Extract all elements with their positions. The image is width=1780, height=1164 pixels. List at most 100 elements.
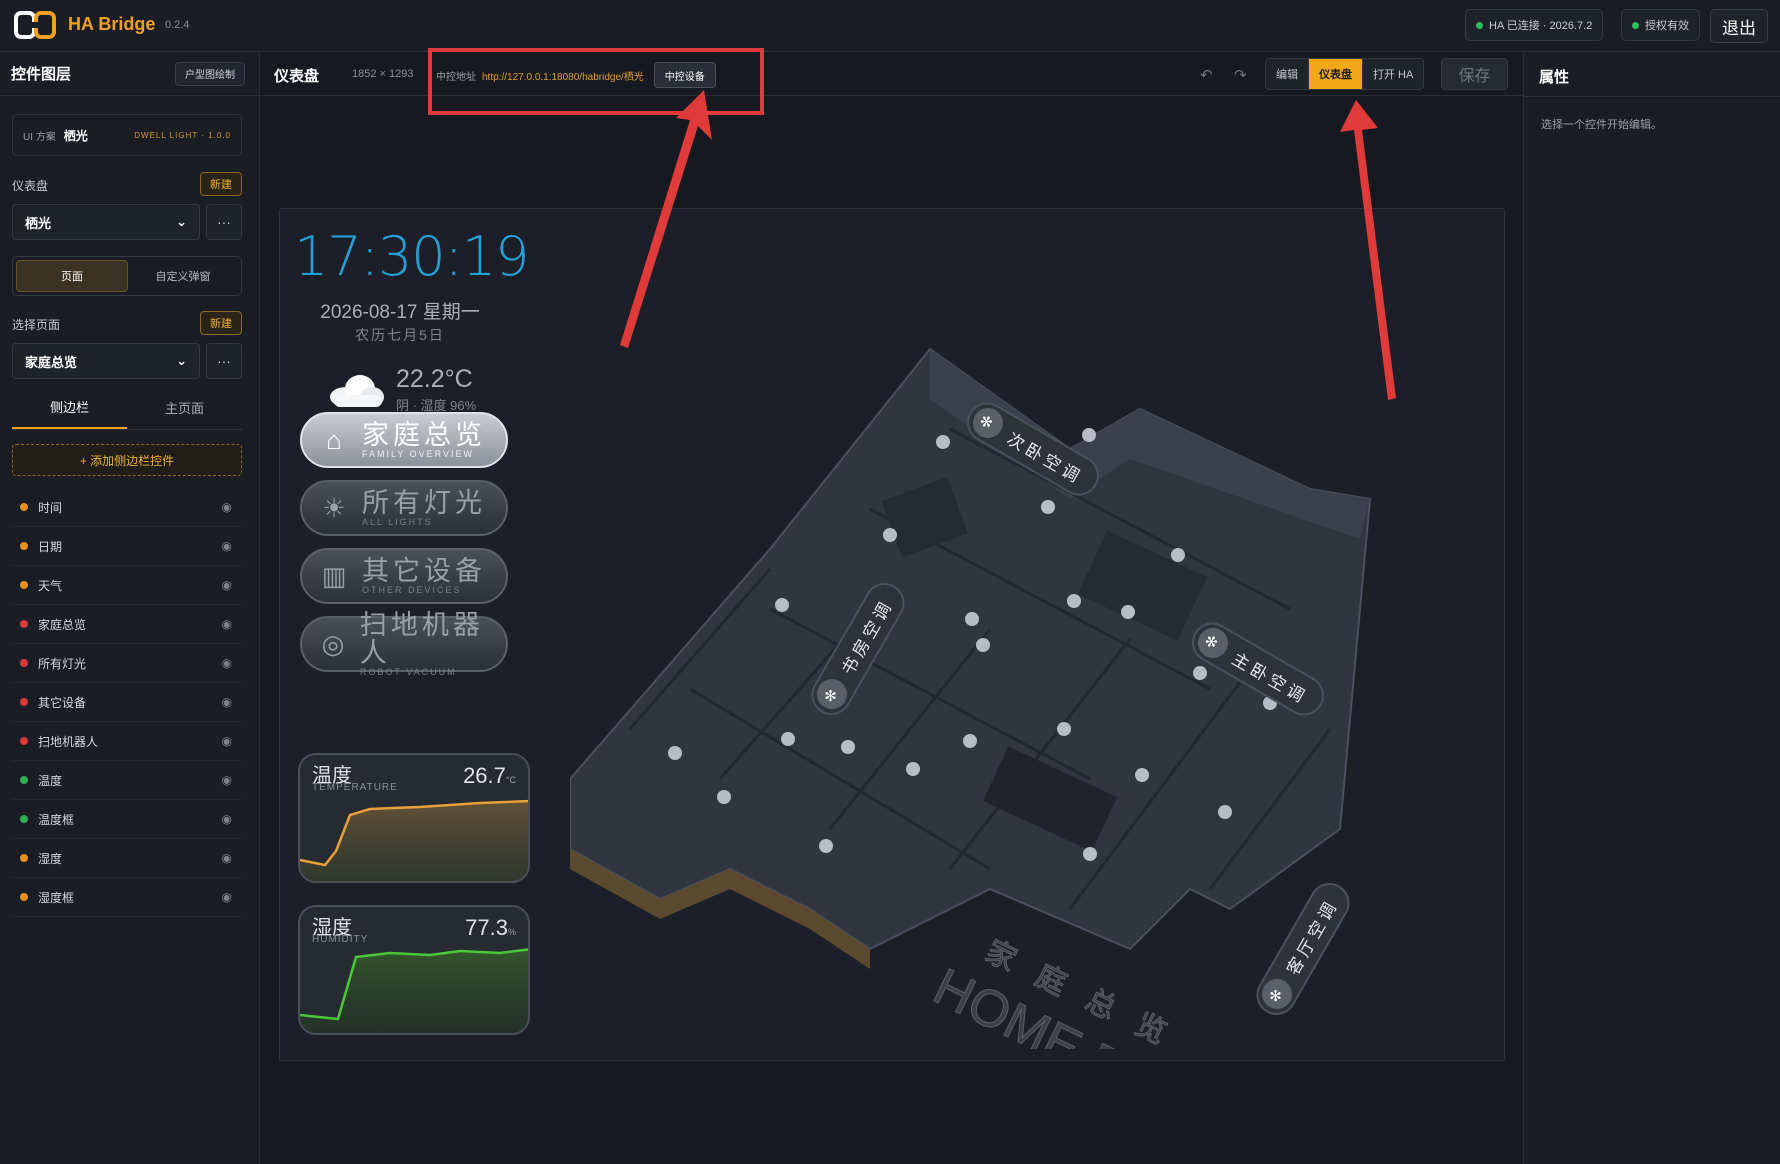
nav-button-1[interactable]: ☀ 所有灯光 ALL LIGHTS (300, 480, 508, 536)
page-more-button[interactable]: ··· (206, 343, 242, 379)
temperature-subtitle: TEMPERATURE (312, 782, 398, 793)
floor-plan-widget[interactable]: HOME PLAN 家 庭 总 览 ✻次卧空调 ✻书房空调 ✻主卧空调 ✻客厅空… (569, 309, 1390, 1060)
license-text: 授权有效 (1645, 20, 1689, 32)
temperature-card[interactable]: 温度 TEMPERATURE 26.7°C (298, 753, 530, 883)
new-page-button[interactable]: 新建 (200, 311, 242, 335)
nav-label: 扫地机器人 (359, 610, 484, 668)
layer-item[interactable]: 其它设备 ◉ (12, 683, 242, 722)
clock-widget[interactable]: 17:30:19 (294, 225, 530, 288)
control-url-row: 中控地址 http://127.0.0.1:18080/habridge/栖光 … (436, 62, 716, 88)
new-dashboard-button[interactable]: 新建 (200, 172, 242, 196)
eye-icon[interactable]: ◉ (222, 539, 232, 553)
floorplan-draw-button[interactable]: 户型图绘制 (175, 61, 245, 86)
eye-icon[interactable]: ◉ (222, 578, 232, 592)
undo-icon[interactable]: ↶ (1200, 66, 1213, 84)
layer-color-dot (20, 542, 28, 550)
eye-icon[interactable]: ◉ (222, 500, 232, 514)
layer-item[interactable]: 日期 ◉ (12, 527, 242, 566)
layer-item[interactable]: 家庭总览 ◉ (12, 605, 242, 644)
layer-item[interactable]: 天气 ◉ (12, 566, 242, 605)
control-url-label: 中控地址 (436, 71, 476, 83)
eye-icon[interactable]: ◉ (222, 812, 232, 826)
layer-color-dot (20, 893, 28, 901)
layer-color-dot (20, 776, 28, 784)
layer-item[interactable]: 温度 ◉ (12, 761, 242, 800)
properties-title: 属性 (1539, 69, 1570, 86)
page-select[interactable]: 家庭总览 ⌄ (12, 343, 200, 379)
properties-panel: 属性 选择一个控件开始编辑。 (1523, 52, 1780, 1164)
more-icon: ··· (217, 353, 231, 369)
eye-icon[interactable]: ◉ (222, 890, 232, 904)
nav-button-3[interactable]: ◎ 扫地机器人 ROBOT VACUUM (300, 611, 508, 677)
humidity-card[interactable]: 湿度 HUMIDITY 77.3% (298, 905, 530, 1035)
tab-main-page[interactable]: 主页面 (127, 386, 242, 429)
temperature-value: 26.7°C (463, 763, 516, 789)
eye-icon[interactable]: ◉ (222, 695, 232, 709)
status-dot-icon (1632, 21, 1639, 29)
layer-label: 时间 (38, 500, 63, 515)
control-url-link[interactable]: http://127.0.0.1:18080/habridge/栖光 (482, 68, 644, 83)
mode-switch: 编辑 仪表盘 打开 HA (1265, 58, 1425, 90)
eye-icon[interactable]: ◉ (222, 734, 232, 748)
layer-item[interactable]: 扫地机器人 ◉ (12, 722, 242, 761)
layer-item[interactable]: 所有灯光 ◉ (12, 644, 242, 683)
eye-icon[interactable]: ◉ (222, 773, 232, 787)
ha-status-text: HA 已连接 · 2026.7.2 (1489, 20, 1593, 32)
nav-sublabel: ROBOT VACUUM (359, 667, 457, 677)
segment-page[interactable]: 页面 (16, 260, 128, 292)
dashboard-label: 仪表盘 (12, 179, 49, 193)
redo-icon[interactable]: ↷ (1234, 66, 1247, 84)
humidity-value: 77.3% (465, 915, 516, 941)
lunar-date: 农历七月5日 (355, 327, 445, 343)
scheme-label: UI 方案 (23, 131, 56, 143)
control-device-button[interactable]: 中控设备 (653, 62, 716, 88)
top-bar: HA Bridge 0.2.4 HA 已连接 · 2026.7.2 授权有效 退… (0, 0, 1780, 52)
layer-color-dot (20, 815, 28, 823)
layer-color-dot (20, 503, 28, 511)
layer-item[interactable]: 湿度 ◉ (12, 839, 242, 878)
layer-label: 湿度 (38, 851, 63, 866)
properties-hint: 选择一个控件开始编辑。 (1541, 119, 1662, 131)
dashboard-select[interactable]: 栖光 ⌄ (12, 204, 200, 240)
layer-color-dot (20, 854, 28, 862)
fan-icon: ✻ (1256, 973, 1298, 1015)
add-sidebar-widget-button[interactable]: + 添加侧边栏控件 (12, 444, 242, 476)
eye-icon[interactable]: ◉ (222, 617, 232, 631)
mode-edit-button[interactable]: 编辑 (1266, 59, 1309, 89)
open-ha-button[interactable]: 打开 HA (1363, 59, 1424, 89)
layers-panel-title: 控件图层 (11, 66, 72, 83)
dashboard-canvas[interactable]: 17:30:19 2026-08-17 星期一 农历七月5日 22.2°C 阴 … (279, 208, 1505, 1061)
app-logo-icon (14, 11, 56, 39)
layer-label: 扫地机器人 (38, 734, 99, 749)
status-dot-icon (1476, 21, 1483, 29)
layers-panel: 控件图层 户型图绘制 UI 方案 栖光 DWELL LIGHT · 1.0.0 … (0, 52, 260, 1164)
tab-sidebar[interactable]: 侧边栏 (12, 386, 127, 429)
mode-dashboard-button[interactable]: 仪表盘 (1309, 59, 1363, 89)
weather-temperature[interactable]: 22.2°C (396, 365, 473, 394)
layer-item[interactable]: 时间 ◉ (12, 488, 242, 527)
eye-icon[interactable]: ◉ (222, 851, 232, 865)
layer-color-dot (20, 659, 28, 667)
layer-item[interactable]: 湿度框 ◉ (12, 878, 242, 917)
logout-button[interactable]: 退出 (1710, 9, 1768, 43)
scheme-name: 栖光 (63, 128, 88, 143)
layer-label: 家庭总览 (38, 617, 87, 632)
ha-status-badge: HA 已连接 · 2026.7.2 (1465, 9, 1604, 41)
canvas-dimensions: 1852 × 1293 (352, 68, 414, 80)
layer-item[interactable]: 温度框 ◉ (12, 800, 242, 839)
dashboard-more-button[interactable]: ··· (206, 204, 242, 240)
segment-custom-popup[interactable]: 自定义弹窗 (128, 260, 238, 292)
layer-label: 天气 (38, 578, 63, 593)
chevron-down-icon: ⌄ (176, 353, 187, 368)
save-button[interactable]: 保存 (1441, 58, 1508, 90)
date-widget[interactable]: 2026-08-17 星期一 (280, 297, 520, 324)
eye-icon[interactable]: ◉ (222, 656, 232, 670)
more-icon: ··· (217, 214, 231, 230)
nav-button-2[interactable]: ▥ 其它设备 OTHER DEVICES (300, 548, 508, 604)
nav-label: 其它设备 (362, 556, 486, 586)
cloud-icon (330, 375, 384, 407)
layers-panel-header: 控件图层 户型图绘制 (0, 52, 259, 96)
ui-scheme-card[interactable]: UI 方案 栖光 DWELL LIGHT · 1.0.0 (12, 114, 242, 156)
layer-label: 温度 (38, 773, 63, 788)
nav-button-0[interactable]: ⌂ 家庭总览 FAMILY OVERVIEW (300, 412, 508, 468)
